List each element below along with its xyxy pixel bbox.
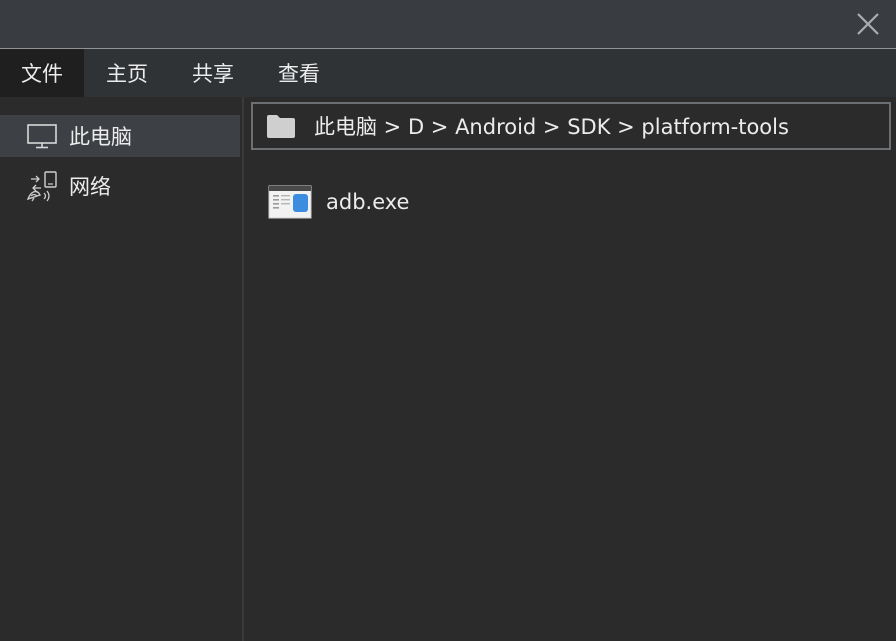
menu-bar: 文件 主页 共享 查看 <box>0 49 896 97</box>
sidebar-item-network[interactable]: 网络 <box>0 165 240 207</box>
sidebar-item-this-pc[interactable]: 此电脑 <box>0 115 240 157</box>
menu-view[interactable]: 查看 <box>256 49 342 97</box>
menu-home[interactable]: 主页 <box>84 49 170 97</box>
navigation-pane: 此电脑 网络 <box>0 97 244 641</box>
file-list: adb.exe <box>246 152 896 641</box>
address-bar[interactable]: 此电脑 > D > Android > SDK > platform-tools <box>251 102 891 150</box>
address-path: 此电脑 > D > Android > SDK > platform-tools <box>314 115 789 139</box>
close-icon <box>857 13 879 35</box>
sidebar-item-label: 网络 <box>69 175 111 199</box>
menu-share[interactable]: 共享 <box>170 49 256 97</box>
file-item[interactable]: adb.exe <box>268 182 409 222</box>
title-bar <box>0 0 896 49</box>
monitor-icon <box>25 119 59 153</box>
file-explorer-window: 文件 主页 共享 查看 此电脑 网络 此电脑 > D > Android > S… <box>0 0 896 641</box>
exe-file-icon <box>268 185 312 219</box>
file-name: adb.exe <box>326 190 410 214</box>
network-icon <box>25 169 59 203</box>
sidebar-item-label: 此电脑 <box>69 125 132 149</box>
close-button[interactable] <box>854 10 882 38</box>
menu-file[interactable]: 文件 <box>0 49 84 97</box>
folder-icon <box>267 115 295 138</box>
